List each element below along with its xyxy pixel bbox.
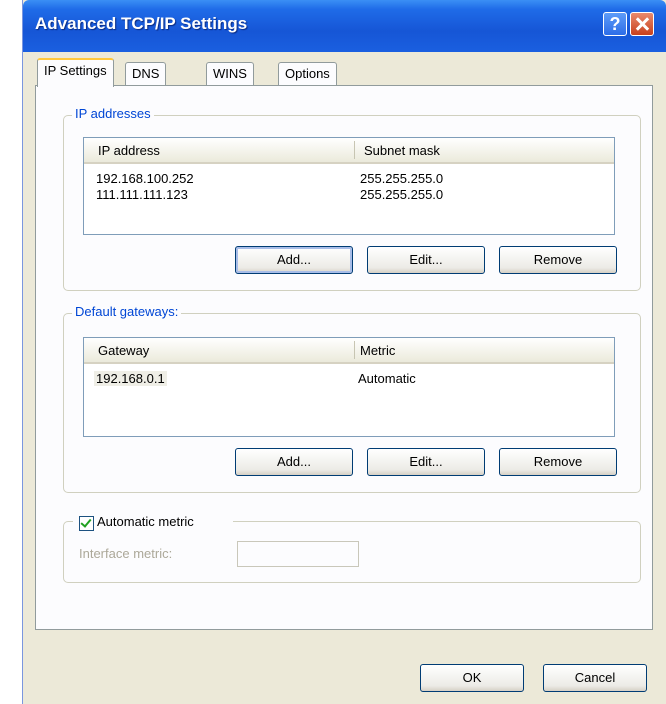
automatic-metric-checkbox[interactable]: [79, 516, 94, 531]
help-button[interactable]: ?: [603, 12, 627, 36]
list-item[interactable]: 192.168.100.252: [96, 171, 194, 186]
gateway-remove-button[interactable]: Remove: [499, 448, 617, 476]
interface-metric-label: Interface metric:: [79, 546, 173, 561]
list-item-mask: 255.255.255.0: [360, 171, 444, 186]
tab-ip-settings[interactable]: IP Settings: [37, 58, 114, 87]
interface-metric-input[interactable]: [237, 541, 359, 567]
dialog-window: Advanced TCP/IP Settings ? IP Settings D…: [22, 0, 666, 704]
column-divider[interactable]: [354, 141, 355, 159]
col-metric[interactable]: Metric: [360, 343, 395, 358]
col-gateway[interactable]: Gateway: [98, 343, 149, 358]
list-item-metric: Automatic: [358, 371, 416, 386]
ip-add-button[interactable]: Add...: [235, 246, 353, 274]
gateway-add-button[interactable]: Add...: [235, 448, 353, 476]
column-divider[interactable]: [354, 341, 355, 359]
list-item[interactable]: 192.168.0.1: [94, 371, 167, 386]
title-bar[interactable]: Advanced TCP/IP Settings ?: [23, 0, 666, 52]
automatic-metric-label[interactable]: Automatic metric: [97, 514, 194, 529]
list-item[interactable]: 111.111.111.123: [96, 187, 188, 202]
gateway-list-header: Gateway Metric: [84, 338, 614, 364]
close-button[interactable]: [630, 12, 654, 36]
ip-address-list[interactable]: IP address Subnet mask 192.168.100.252 2…: [83, 137, 615, 235]
ip-remove-button[interactable]: Remove: [499, 246, 617, 274]
ok-button[interactable]: OK: [420, 664, 524, 692]
col-subnet-mask[interactable]: Subnet mask: [364, 143, 440, 158]
ip-edit-button[interactable]: Edit...: [367, 246, 485, 274]
cancel-button[interactable]: Cancel: [543, 664, 647, 692]
col-ip-address[interactable]: IP address: [98, 143, 160, 158]
ip-addresses-group-label: IP addresses: [72, 106, 154, 121]
gateways-group-label: Default gateways:: [72, 304, 182, 319]
window-title: Advanced TCP/IP Settings: [35, 14, 248, 33]
gateway-list[interactable]: Gateway Metric 192.168.0.1 Automatic: [83, 337, 615, 437]
tab-wins[interactable]: WINS: [206, 62, 254, 86]
tab-options[interactable]: Options: [278, 62, 337, 86]
gateway-edit-button[interactable]: Edit...: [367, 448, 485, 476]
help-icon: ?: [609, 14, 621, 34]
tab-dns[interactable]: DNS: [125, 62, 167, 86]
list-item-mask: 255.255.255.0: [360, 187, 444, 202]
ip-list-header: IP address Subnet mask: [84, 138, 614, 164]
